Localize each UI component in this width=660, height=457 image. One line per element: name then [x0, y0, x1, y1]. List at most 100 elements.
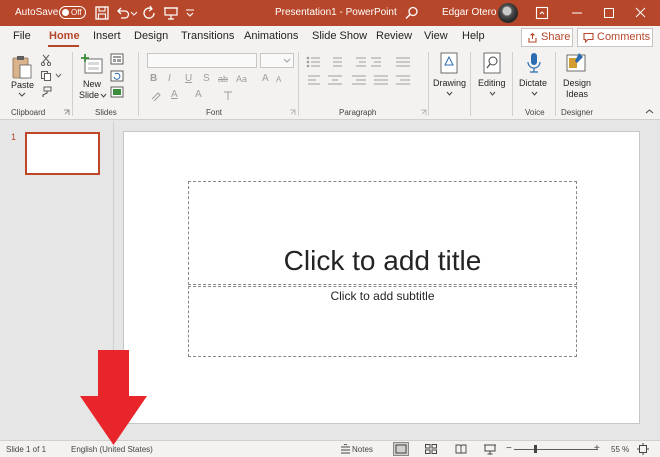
collapse-ribbon-icon[interactable]	[645, 108, 654, 115]
language-indicator[interactable]: English (United States)	[71, 445, 153, 454]
notes-button[interactable]: Notes	[352, 445, 373, 454]
minimize-icon[interactable]	[562, 0, 592, 26]
paragraph-launcher-icon[interactable]	[420, 109, 427, 116]
copy-icon[interactable]	[40, 70, 52, 82]
drawing-label[interactable]: Drawing	[433, 78, 466, 88]
section-icon[interactable]	[110, 86, 124, 98]
avatar[interactable]	[498, 3, 518, 23]
tab-design[interactable]: Design	[134, 30, 168, 42]
paste-dropdown-icon[interactable]	[18, 92, 26, 98]
strikethrough-button[interactable]: ab	[218, 74, 228, 84]
search-icon[interactable]	[404, 5, 420, 21]
change-case-button[interactable]: A	[262, 74, 269, 84]
shrink-font-button[interactable]: A	[276, 75, 281, 85]
dictate-dropdown-icon[interactable]	[531, 91, 538, 97]
cut-icon[interactable]	[40, 54, 52, 66]
editing-label[interactable]: Editing	[478, 78, 506, 88]
clipboard-launcher-icon[interactable]	[63, 109, 70, 116]
group-separator	[470, 52, 471, 116]
clear-formatting-icon[interactable]	[222, 90, 236, 101]
menu-bar: File Home Insert Design Transitions Anim…	[0, 26, 660, 48]
slide-sorter-icon[interactable]	[425, 444, 437, 454]
group-separator	[555, 52, 556, 116]
redo-icon[interactable]	[142, 5, 158, 21]
editing-icon[interactable]	[481, 51, 503, 77]
maximize-icon[interactable]	[594, 0, 624, 26]
zoom-slider-thumb[interactable]	[534, 445, 537, 453]
paragraph-group-label: Paragraph	[339, 108, 377, 117]
bold-button[interactable]: B	[150, 74, 157, 84]
zoom-slider[interactable]	[514, 449, 598, 450]
fit-slide-icon[interactable]	[637, 443, 649, 455]
group-separator	[428, 52, 429, 116]
design-ideas-label-line1[interactable]: Design	[563, 78, 591, 88]
tab-home[interactable]: Home	[49, 30, 80, 42]
new-slide-label-line2[interactable]: Slide	[79, 90, 99, 100]
autosave-toggle[interactable]: Off	[59, 6, 86, 19]
slideshow-view-icon[interactable]	[484, 443, 496, 455]
comments-button[interactable]: Comments	[577, 28, 653, 47]
dictate-label[interactable]: Dictate	[519, 78, 547, 88]
drawing-dropdown-icon[interactable]	[446, 91, 453, 97]
save-icon[interactable]	[94, 5, 110, 21]
tab-animations[interactable]: Animations	[244, 30, 298, 42]
shadow-button[interactable]: S	[203, 74, 210, 84]
new-slide-dropdown-icon[interactable]	[100, 93, 107, 99]
italic-button[interactable]: I	[168, 74, 171, 84]
user-name[interactable]: Edgar Otero	[442, 0, 496, 26]
comments-label: Comments	[597, 31, 651, 43]
underline-button[interactable]: U	[185, 74, 192, 84]
undo-dropdown-icon[interactable]	[130, 5, 138, 21]
zoom-in-button[interactable]: +	[594, 443, 600, 454]
slide-canvas[interactable]: Click to add title Click to add subtitle	[123, 131, 640, 424]
font-name-dropdown[interactable]	[147, 53, 257, 68]
microphone-icon[interactable]	[524, 51, 544, 77]
character-spacing-button[interactable]: Aa	[236, 74, 247, 84]
active-tab-indicator	[48, 45, 79, 47]
ribbon-display-options-icon[interactable]	[534, 5, 550, 21]
font-color-button[interactable]: A	[171, 90, 178, 100]
new-slide-icon[interactable]	[80, 53, 104, 77]
editing-dropdown-icon[interactable]	[489, 91, 496, 97]
red-arrow-annotation	[80, 350, 147, 445]
reset-icon[interactable]	[110, 70, 124, 82]
tab-review[interactable]: Review	[376, 30, 412, 42]
group-separator	[298, 52, 299, 116]
title-placeholder[interactable]: Click to add title	[188, 181, 577, 285]
customize-toolbar-icon[interactable]	[184, 5, 196, 21]
new-slide-label-line1[interactable]: New	[83, 79, 101, 89]
paste-label[interactable]: Paste	[11, 80, 34, 90]
format-painter-icon[interactable]	[40, 86, 52, 98]
voice-group-label: Voice	[525, 108, 545, 117]
zoom-percentage[interactable]: 55 %	[611, 445, 629, 454]
tab-transitions[interactable]: Transitions	[181, 30, 234, 42]
toggle-knob	[62, 9, 69, 16]
zoom-out-button[interactable]: −	[506, 443, 512, 454]
slide-thumbnail[interactable]	[25, 132, 100, 175]
subtitle-placeholder[interactable]: Click to add subtitle	[188, 286, 577, 357]
text-effects-button[interactable]: A	[195, 90, 202, 100]
paste-icon[interactable]	[11, 54, 33, 80]
layout-icon[interactable]	[110, 53, 124, 65]
undo-icon[interactable]	[115, 5, 131, 21]
tab-file[interactable]: File	[13, 30, 31, 42]
tab-insert[interactable]: Insert	[93, 30, 121, 42]
close-icon[interactable]	[626, 0, 656, 26]
notes-icon[interactable]	[340, 444, 351, 454]
tab-slide-show[interactable]: Slide Show	[312, 30, 367, 42]
normal-view-icon[interactable]	[393, 442, 409, 456]
present-icon[interactable]	[163, 5, 179, 21]
copy-dropdown-icon[interactable]	[55, 73, 62, 79]
font-launcher-icon[interactable]	[289, 109, 296, 116]
highlight-icon[interactable]	[150, 90, 164, 101]
share-label: Share	[541, 31, 571, 43]
paragraph-tools-icon[interactable]	[306, 55, 416, 103]
tab-view[interactable]: View	[424, 30, 448, 42]
reading-view-icon[interactable]	[455, 444, 467, 454]
design-ideas-label-line2[interactable]: Ideas	[566, 89, 588, 99]
tab-help[interactable]: Help	[462, 30, 485, 42]
design-ideas-icon[interactable]	[565, 51, 587, 77]
comment-icon	[583, 32, 594, 43]
drawing-icon[interactable]	[438, 51, 460, 77]
share-button[interactable]: Share	[521, 28, 573, 47]
